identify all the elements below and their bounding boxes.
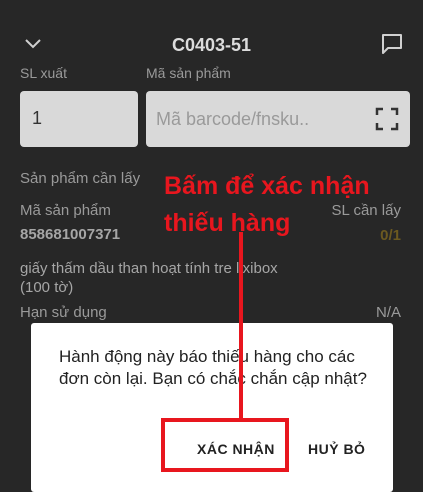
col-sku-header: Mã sản phẩm xyxy=(20,202,111,219)
scan-icon[interactable] xyxy=(375,107,399,131)
dialog-message: Hành động này báo thiếu hàng cho các đơn… xyxy=(59,347,367,388)
annotation-text: Bấm để xác nhận thiếu hàng xyxy=(164,168,370,242)
expiry-value: N/A xyxy=(375,304,401,321)
annotation-line-2: thiếu hàng xyxy=(164,209,291,237)
annotation-line-1: Bấm để xác nhận xyxy=(164,172,370,200)
sku-label: Mã sản phẩm xyxy=(146,65,231,81)
quantity-value: 1 xyxy=(32,108,43,128)
cancel-button[interactable]: HUỶ BỎ xyxy=(308,441,365,457)
qty-ratio: 0/1 xyxy=(380,227,401,244)
qty-label: SL xuất xyxy=(20,65,67,81)
product-sku: 858681007371 xyxy=(20,226,121,243)
app-screen: C0403-51 SL xuất Mã sản phẩm 1 Sản phẩm … xyxy=(0,0,423,492)
barcode-field[interactable] xyxy=(146,91,410,147)
annotation-highlight-box xyxy=(161,418,289,472)
page-title: C0403-51 xyxy=(171,35,252,55)
chat-icon[interactable] xyxy=(380,33,404,55)
section-title: Sản phẩm cần lấy xyxy=(20,170,141,187)
annotation-arrow-line xyxy=(239,232,243,418)
expiry-label: Hạn sử dụng xyxy=(20,304,107,321)
quantity-field[interactable]: 1 xyxy=(20,91,138,147)
barcode-input[interactable] xyxy=(156,105,366,133)
